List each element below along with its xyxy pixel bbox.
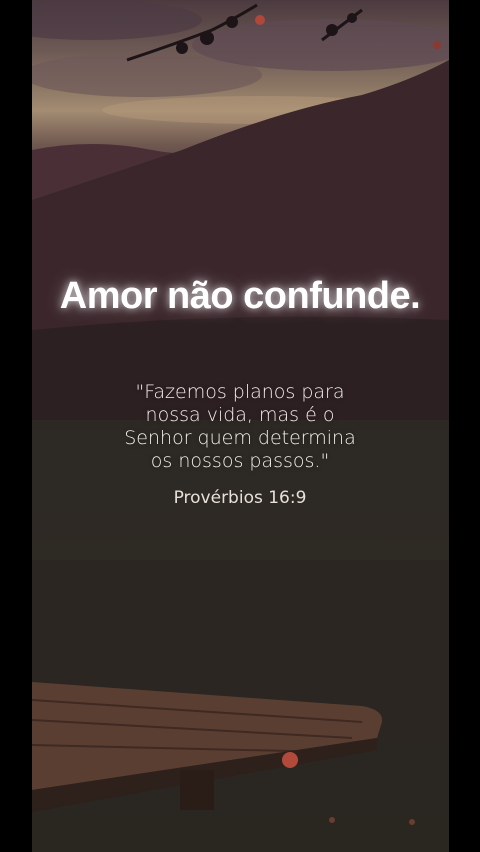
red-flower [255, 15, 265, 25]
left-letterbox [0, 0, 32, 852]
floating-leaf [409, 819, 415, 825]
floating-leaf [282, 752, 298, 768]
dock-post [180, 770, 214, 810]
floating-leaf [329, 817, 335, 823]
red-flower [433, 41, 441, 49]
leaf [326, 24, 338, 36]
leaf [347, 13, 357, 23]
leaf [226, 16, 238, 28]
verse-line: nossa vida, mas é o [145, 404, 335, 426]
bible-verse: "Fazemos planos para nossa vida, mas é o… [100, 381, 380, 473]
cloud [32, 0, 202, 40]
verse-line: os nossos passos." [150, 450, 330, 472]
headline-text: Amor não confunde. [59, 275, 421, 317]
verse-reference: Provérbios 16:9 [173, 488, 307, 508]
verse-line: "Fazemos planos para [135, 381, 345, 403]
right-letterbox [449, 0, 480, 852]
leaf [176, 42, 188, 54]
verse-line: Senhor quem determina [124, 427, 356, 449]
leaf [200, 31, 214, 45]
